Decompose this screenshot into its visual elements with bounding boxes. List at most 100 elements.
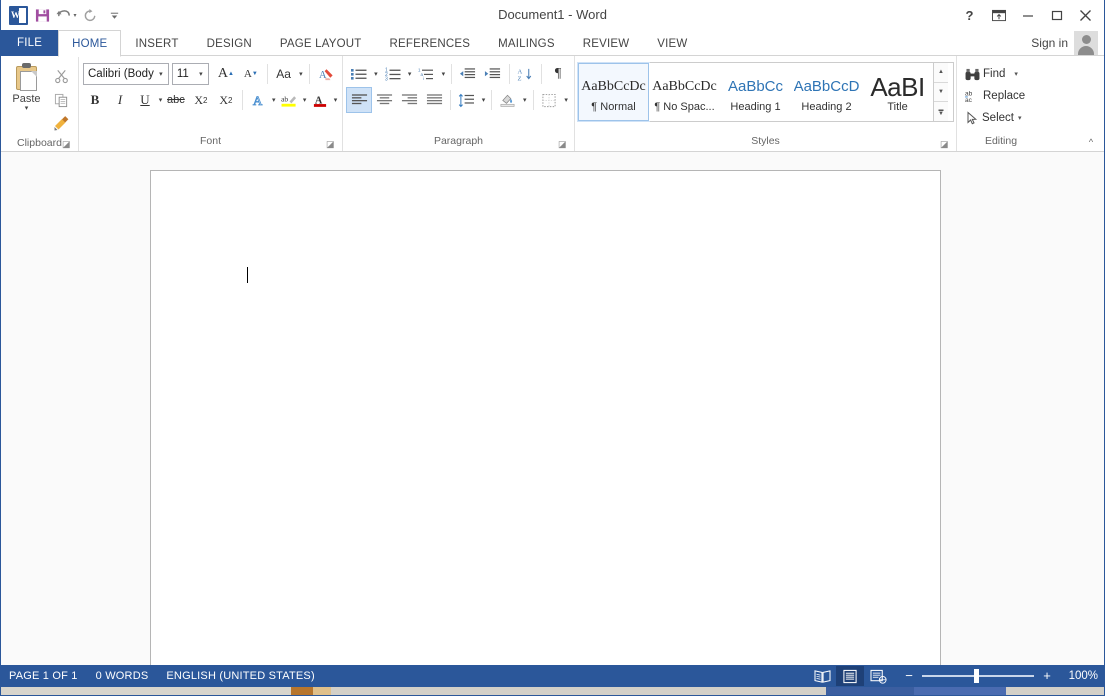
language-indicator[interactable]: ENGLISH (UNITED STATES)	[166, 670, 314, 682]
tab-page-layout[interactable]: PAGE LAYOUT	[266, 30, 376, 57]
styles-scroll-down-button[interactable]: ▼	[934, 83, 948, 103]
collapse-ribbon-button[interactable]: ^	[1084, 135, 1098, 149]
line-spacing-caret-icon[interactable]: ▾	[480, 88, 488, 112]
word-logo-icon[interactable]: W	[7, 4, 29, 26]
select-button[interactable]: Select ▾	[963, 107, 1027, 129]
style-item-title[interactable]: AaBI Title	[862, 63, 933, 121]
highlight-caret-icon[interactable]: ▾	[302, 88, 307, 112]
styles-more-button[interactable]: ▬▼	[934, 102, 948, 121]
cut-button[interactable]	[48, 64, 74, 88]
tab-insert[interactable]: INSERT	[121, 30, 192, 57]
grow-font-button[interactable]: A▲	[214, 62, 238, 86]
text-highlight-color-button[interactable]: ab	[277, 88, 301, 112]
zoom-slider-thumb[interactable]	[974, 669, 979, 683]
shading-caret-icon[interactable]: ▾	[521, 88, 529, 112]
font-dialog-launcher[interactable]: ◪	[326, 139, 337, 150]
restore-button[interactable]	[1042, 2, 1071, 28]
font-name-caret-icon[interactable]: ▾	[154, 70, 168, 78]
styles-scrollbar[interactable]: ▲ ▼ ▬▼	[933, 63, 948, 121]
bold-button[interactable]: B	[83, 88, 107, 112]
bullets-button[interactable]	[347, 62, 371, 86]
ribbon-display-options-icon[interactable]	[984, 2, 1013, 28]
copy-button[interactable]	[48, 88, 74, 112]
style-item-heading-2[interactable]: AaBbCcD Heading 2	[791, 63, 862, 121]
print-layout-button[interactable]	[836, 666, 864, 686]
italic-button[interactable]: I	[108, 88, 132, 112]
document-page[interactable]	[150, 170, 941, 678]
style-item-normal[interactable]: AaBbCcDc ¶ Normal	[578, 63, 649, 121]
text-effects-button[interactable]: A	[246, 88, 270, 112]
shrink-font-button[interactable]: A▼	[239, 62, 263, 86]
bullets-caret-icon[interactable]: ▾	[372, 62, 380, 86]
shading-button[interactable]	[496, 88, 520, 112]
multilevel-list-caret-icon[interactable]: ▾	[439, 62, 447, 86]
tab-design[interactable]: DESIGN	[193, 30, 266, 57]
text-effects-caret-icon[interactable]: ▾	[271, 88, 276, 112]
increase-indent-button[interactable]	[481, 62, 505, 86]
read-mode-button[interactable]	[808, 666, 836, 686]
font-size-combo[interactable]: 11 ▾	[172, 63, 209, 85]
select-caret-icon[interactable]: ▾	[1018, 114, 1022, 122]
find-caret-icon[interactable]: ▾	[1014, 70, 1018, 78]
font-size-caret-icon[interactable]: ▾	[194, 70, 208, 78]
format-painter-button[interactable]	[48, 112, 74, 136]
show-formatting-marks-button[interactable]: ¶	[546, 62, 570, 86]
underline-button[interactable]: U	[133, 88, 157, 112]
subscript-button[interactable]: X2	[189, 88, 213, 112]
change-case-button[interactable]: Aa	[272, 62, 296, 86]
align-right-button[interactable]	[397, 88, 421, 112]
tab-references[interactable]: REFERENCES	[376, 30, 485, 57]
replace-button[interactable]: ab ac Replace	[963, 85, 1027, 107]
paragraph-dialog-launcher[interactable]: ◪	[558, 139, 569, 150]
tab-view[interactable]: VIEW	[643, 30, 701, 57]
paste-button[interactable]: Paste ▾	[5, 61, 48, 136]
numbering-caret-icon[interactable]: ▾	[406, 62, 414, 86]
redo-icon[interactable]	[79, 4, 101, 26]
minimize-button[interactable]	[1013, 2, 1042, 28]
font-color-button[interactable]: A	[308, 88, 332, 112]
help-button[interactable]: ?	[955, 2, 984, 28]
find-button[interactable]: Find ▾	[963, 63, 1027, 85]
strikethrough-button[interactable]: abc	[164, 88, 188, 112]
style-item-no-spacing[interactable]: AaBbCcDc ¶ No Spac...	[649, 63, 720, 121]
tab-review[interactable]: REVIEW	[569, 30, 644, 57]
paste-caret-icon[interactable]: ▾	[25, 105, 29, 113]
borders-caret-icon[interactable]: ▾	[562, 88, 570, 112]
styles-scroll-up-button[interactable]: ▲	[934, 63, 948, 83]
numbering-button[interactable]: 1 2 3	[381, 62, 405, 86]
change-case-caret-icon[interactable]: ▾	[297, 62, 306, 86]
web-layout-button[interactable]	[864, 666, 892, 686]
font-name-combo[interactable]: Calibri (Body ▾	[83, 63, 169, 85]
tab-home[interactable]: HOME	[58, 30, 121, 57]
borders-button[interactable]	[537, 88, 561, 112]
zoom-in-button[interactable]: +	[1040, 670, 1054, 682]
superscript-button[interactable]: X2	[214, 88, 238, 112]
styles-dialog-launcher[interactable]: ◪	[940, 139, 951, 150]
tab-file[interactable]: FILE	[1, 30, 58, 56]
save-icon[interactable]	[31, 4, 53, 26]
underline-caret-icon[interactable]: ▾	[158, 88, 163, 112]
word-count[interactable]: 0 WORDS	[96, 670, 149, 682]
zoom-out-button[interactable]: −	[902, 670, 916, 682]
clear-formatting-button[interactable]: A	[314, 62, 338, 86]
align-center-button[interactable]	[372, 88, 396, 112]
page-indicator[interactable]: PAGE 1 OF 1	[9, 670, 78, 682]
multilevel-list-button[interactable]: 1 a i	[414, 62, 438, 86]
clipboard-dialog-launcher[interactable]: ◪	[62, 139, 73, 150]
tab-mailings[interactable]: MAILINGS	[484, 30, 569, 57]
line-spacing-button[interactable]	[455, 88, 479, 112]
undo-icon[interactable]: ▾	[55, 4, 77, 26]
align-left-button[interactable]	[347, 88, 371, 112]
zoom-level-label[interactable]: 100%	[1060, 670, 1098, 682]
style-item-heading-1[interactable]: AaBbCс Heading 1	[720, 63, 791, 121]
sort-button[interactable]: A Z	[513, 62, 537, 86]
close-button[interactable]	[1071, 2, 1100, 28]
customize-quick-access-icon[interactable]	[103, 4, 125, 26]
avatar[interactable]	[1074, 31, 1098, 55]
justify-button[interactable]	[422, 88, 446, 112]
decrease-indent-button[interactable]	[456, 62, 480, 86]
document-workspace[interactable]	[1, 152, 1104, 678]
zoom-slider[interactable]	[922, 669, 1034, 683]
sign-in-button[interactable]: Sign in	[1031, 30, 1068, 56]
font-color-caret-icon[interactable]: ▾	[333, 88, 338, 112]
